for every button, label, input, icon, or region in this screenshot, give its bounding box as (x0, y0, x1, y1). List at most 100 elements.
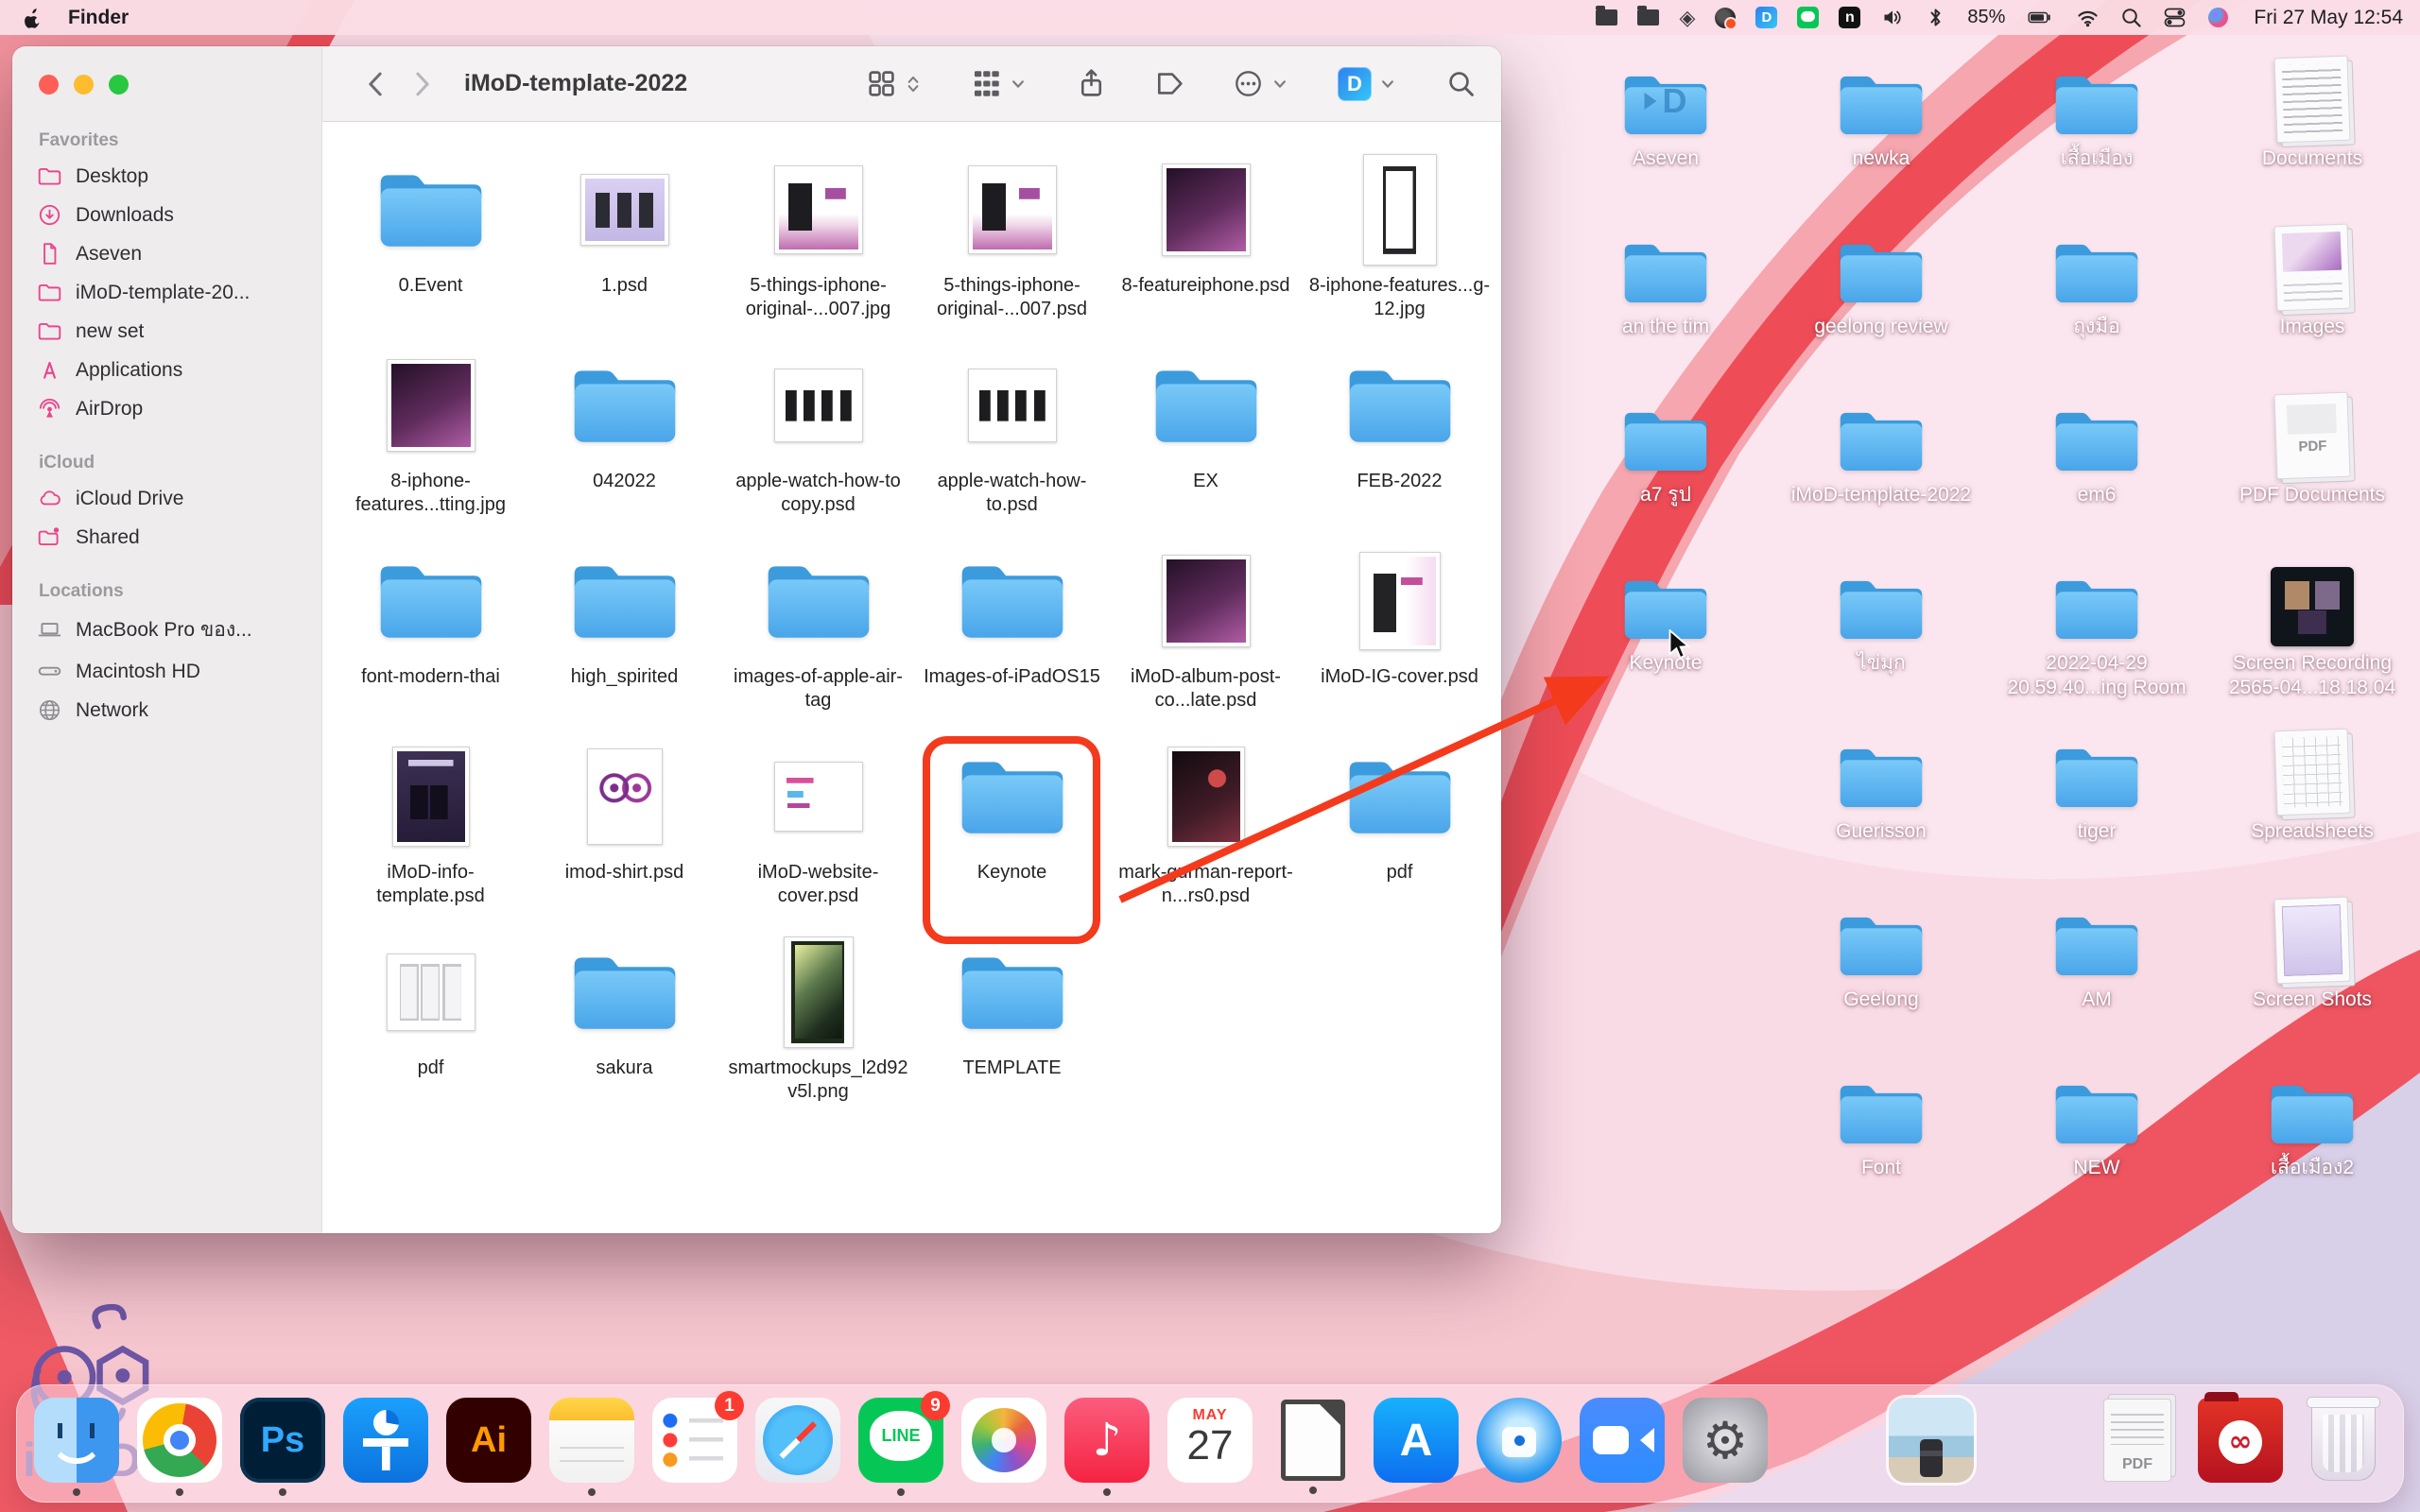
desktop-item[interactable]: an the tim (1564, 217, 1767, 386)
file-item[interactable]: 8-iphone-features...tting.jpg (338, 346, 524, 541)
file-item[interactable]: 5-things-iphone-original-...007.psd (920, 150, 1105, 346)
file-item[interactable]: Images-of-iPadOS15 (920, 541, 1105, 737)
desktop-item[interactable]: Spreadsheets (2211, 722, 2413, 890)
bluetooth-icon[interactable] (1924, 6, 1947, 29)
layers-stack-icon[interactable]: ◈ (1679, 8, 1695, 28)
siri-icon[interactable] (2206, 6, 2230, 29)
synology-drive-toolbar-icon[interactable]: D (1338, 67, 1372, 101)
file-item[interactable]: iMoD-info-template.psd (338, 737, 524, 933)
desktop-item[interactable]: a7 รูป (1564, 386, 1767, 554)
dock-item[interactable] (2198, 1398, 2283, 1483)
chevron-down-icon[interactable] (1008, 74, 1028, 94)
file-item[interactable]: images-of-apple-air-tag (726, 541, 911, 737)
file-item[interactable]: high_spirited (532, 541, 717, 737)
close-button[interactable] (39, 75, 59, 94)
chevron-down-icon[interactable] (1270, 74, 1290, 94)
file-item[interactable]: 0.Event (338, 150, 524, 346)
file-item[interactable]: font-modern-thai (338, 541, 524, 737)
file-item[interactable]: TEMPLATE (920, 933, 1105, 1128)
dock-item[interactable] (343, 1398, 428, 1483)
dock-item[interactable] (755, 1398, 840, 1483)
desktop-item[interactable]: Images (2211, 217, 2413, 386)
dock-item[interactable] (2301, 1400, 2386, 1481)
menu-app-name[interactable]: Finder (68, 7, 129, 29)
dock-item[interactable] (1683, 1398, 1768, 1483)
desktop-item[interactable]: em6 (1996, 386, 2198, 554)
desktop-item[interactable]: Font (1780, 1058, 1982, 1227)
group-by-button[interactable] (971, 68, 1002, 99)
screen-record-icon[interactable] (1715, 8, 1736, 28)
desktop-item[interactable]: tiger (1996, 722, 2198, 890)
icon-view-button[interactable] (866, 68, 897, 99)
line-menu-icon[interactable] (1797, 7, 1819, 28)
file-item[interactable]: sakura (532, 933, 717, 1128)
desktop-item[interactable]: Geelong (1780, 890, 1982, 1058)
minimize-button[interactable] (74, 75, 94, 94)
desktop-item[interactable]: เสื้อเมือง (1996, 49, 2198, 217)
dock-item[interactable]: MAY 27 (1167, 1398, 1253, 1483)
wifi-icon[interactable] (2076, 6, 2100, 29)
dock-item[interactable] (1992, 1398, 2077, 1483)
file-item[interactable]: 8-iphone-features...g-12.jpg (1307, 150, 1493, 346)
file-item[interactable]: apple-watch-how-to.psd (920, 346, 1105, 541)
dock-item[interactable] (1477, 1398, 1562, 1483)
dock-item[interactable]: Ai (446, 1398, 531, 1483)
desktop-item[interactable]: D Aseven (1564, 49, 1767, 217)
view-updown-chevron-icon[interactable] (903, 74, 924, 94)
control-center-icon[interactable] (2163, 6, 2187, 29)
desktop-item[interactable]: Screen Recording 2565-04...18.18.04 (2211, 554, 2413, 722)
chevron-down-icon[interactable] (1377, 74, 1398, 94)
menu-folder-icon[interactable] (1637, 9, 1659, 26)
sidebar-item[interactable]: Downloads (26, 196, 308, 234)
forward-button[interactable] (406, 68, 438, 100)
file-item[interactable]: FEB-2022 (1307, 346, 1493, 541)
file-item[interactable]: 5-things-iphone-original-...007.jpg (726, 150, 911, 346)
dock-item[interactable]: Ps (240, 1398, 325, 1483)
file-item[interactable]: iMoD-website-cover.psd (726, 737, 911, 933)
file-item[interactable]: EX (1114, 346, 1299, 541)
file-item[interactable]: 1.psd (532, 150, 717, 346)
desktop-item[interactable]: เสื้อเมือง2 (2211, 1058, 2413, 1227)
notability-icon[interactable]: n (1839, 7, 1860, 28)
desktop-item[interactable]: Screen Shots (2211, 890, 2413, 1058)
sidebar-item[interactable]: new set (26, 312, 308, 351)
file-item[interactable]: mark-gurman-report-n...rs0.psd (1114, 737, 1299, 933)
dock-item[interactable] (34, 1398, 119, 1483)
file-item[interactable]: 042022 (532, 346, 717, 541)
desktop-item[interactable]: PDF Documents (2211, 386, 2413, 554)
sidebar-item[interactable]: AirDrop (26, 389, 308, 428)
sidebar-item[interactable]: Desktop (26, 157, 308, 196)
desktop-item[interactable]: NEW (1996, 1058, 2198, 1227)
sidebar-item[interactable]: iCloud Drive (26, 479, 308, 518)
desktop-item[interactable]: newka (1780, 49, 1982, 217)
dock-item[interactable]: LINE 9 (858, 1398, 943, 1483)
file-item[interactable]: smartmockups_l2d92v5l.png (726, 933, 911, 1128)
dock-item[interactable]: PDF (2095, 1399, 2180, 1482)
file-item[interactable]: 8-featureiphone.psd (1114, 150, 1299, 346)
tags-button[interactable] (1154, 68, 1185, 99)
sidebar-item[interactable]: Applications (26, 351, 308, 389)
dock-item[interactable] (549, 1398, 634, 1483)
dock-item[interactable]: 1 (652, 1398, 737, 1483)
search-button[interactable] (1445, 68, 1477, 99)
spotlight-search-icon[interactable] (2119, 6, 2143, 29)
file-item[interactable]: pdf (338, 933, 524, 1128)
menu-clock[interactable]: Fri 27 May 12:54 (2254, 7, 2403, 29)
sidebar-item[interactable]: MacBook Pro ของ... (26, 608, 308, 652)
desktop-item[interactable]: ไข่มุก (1780, 554, 1982, 722)
more-actions-button[interactable] (1233, 68, 1264, 99)
sidebar-item[interactable]: iMoD-template-20... (26, 273, 308, 312)
dock-item[interactable] (1064, 1398, 1150, 1483)
menu-folder-icon[interactable] (1596, 9, 1617, 26)
file-item[interactable]: iMoD-IG-cover.psd (1307, 541, 1493, 737)
desktop-item[interactable]: AM (1996, 890, 2198, 1058)
synology-drive-icon[interactable]: D (1755, 7, 1777, 28)
apple-menu-icon[interactable] (25, 7, 43, 28)
dock-item[interactable] (1889, 1398, 1974, 1483)
back-button[interactable] (360, 68, 392, 100)
desktop-item[interactable]: ถุงมือ (1996, 217, 2198, 386)
desktop-item[interactable]: Documents (2211, 49, 2413, 217)
dock-item[interactable] (961, 1398, 1046, 1483)
file-item[interactable]: iMoD-album-post-co...late.psd (1114, 541, 1299, 737)
dock-item[interactable] (1270, 1400, 1356, 1481)
